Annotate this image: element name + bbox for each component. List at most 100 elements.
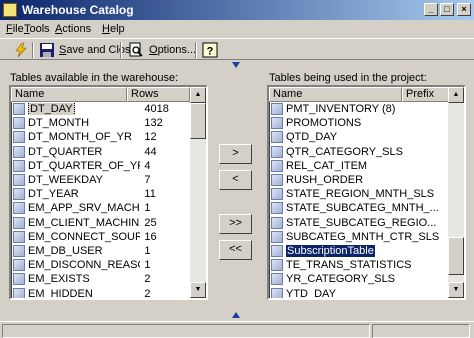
- minimize-button[interactable]: _: [424, 3, 438, 16]
- status-bar: [0, 321, 474, 338]
- available-tables-scrollbar[interactable]: ▲ ▼: [190, 87, 206, 298]
- table-icon: [13, 287, 25, 298]
- table-row-count: 7: [144, 174, 151, 187]
- table-name: DT_QUARTER_OF_YR: [28, 159, 141, 172]
- available-tables-list[interactable]: Name Rows DT_DAY 4018 DT_MONTH 132 DT_MONTH_…: [9, 85, 208, 300]
- find-table-button[interactable]: [125, 40, 147, 60]
- table-name: STATE_SUBCATEG_MNTH_...: [286, 202, 439, 215]
- project-table-row[interactable]: SUBCATEG_MNTH_CTR_SLS: [269, 230, 448, 244]
- scroll-up-button[interactable]: ▲: [448, 87, 464, 103]
- column-name-header[interactable]: Name: [11, 87, 127, 102]
- toolbar: Save and Close Options... ?: [0, 38, 474, 60]
- table-name: EM_CONNECT_SOURCE: [28, 230, 140, 243]
- available-table-row[interactable]: DT_WEEKDAY 7: [11, 173, 190, 187]
- column-rows-header[interactable]: Rows: [127, 87, 190, 102]
- menu-tools[interactable]: Tools: [24, 23, 50, 35]
- add-table-button[interactable]: >: [219, 144, 252, 164]
- scroll-up-button[interactable]: ▲: [190, 87, 206, 103]
- table-icon: [271, 202, 283, 215]
- window-title: Warehouse Catalog: [22, 3, 134, 17]
- available-table-row[interactable]: DT_QUARTER_OF_YR 4: [11, 159, 190, 173]
- table-icon: [271, 259, 283, 272]
- project-table-row[interactable]: PROMOTIONS: [269, 116, 448, 130]
- table-icon: [13, 244, 25, 257]
- project-tables-list[interactable]: Name Prefix PMT_INVENTORY (8) PROMOTIONS Q…: [267, 85, 466, 300]
- remove-table-button[interactable]: <: [219, 170, 252, 190]
- available-table-row[interactable]: EM_DISCONN_REASON 1: [11, 258, 190, 272]
- table-icon: [13, 103, 25, 116]
- lightning-button[interactable]: [10, 40, 32, 60]
- add-all-tables-button[interactable]: >>: [219, 214, 252, 234]
- table-name: EM_EXISTS: [28, 273, 90, 286]
- available-table-row[interactable]: EM_CLIENT_MACHINE 25: [11, 216, 190, 230]
- table-name: RUSH_ORDER: [286, 174, 364, 187]
- table-icon: [13, 131, 25, 144]
- available-table-row[interactable]: EM_APP_SRV_MACHINE 1: [11, 201, 190, 215]
- column-prefix-header[interactable]: Prefix: [402, 87, 452, 102]
- table-icon: [13, 188, 25, 201]
- help-question-icon: ?: [202, 42, 218, 58]
- table-name: QTR_CATEGORY_SLS: [286, 145, 403, 158]
- help-button[interactable]: ?: [199, 40, 221, 60]
- available-table-row[interactable]: EM_EXISTS 2: [11, 272, 190, 286]
- project-table-row[interactable]: STATE_SUBCATEG_MNTH_...: [269, 201, 448, 215]
- available-table-row[interactable]: EM_HIDDEN 2: [11, 286, 190, 300]
- options-button[interactable]: Options...: [146, 40, 199, 60]
- project-table-row[interactable]: PMT_INVENTORY (8): [269, 102, 448, 116]
- table-row-count: 16: [144, 230, 157, 243]
- table-row-count: 12: [144, 131, 157, 144]
- project-table-row[interactable]: QTR_CATEGORY_SLS: [269, 145, 448, 159]
- menu-actions[interactable]: Actions: [55, 23, 91, 35]
- svg-text:?: ?: [207, 46, 214, 58]
- table-name: PROMOTIONS: [286, 117, 362, 130]
- table-row-count: 1: [144, 244, 151, 257]
- table-icon: [13, 273, 25, 286]
- project-tables-rows: PMT_INVENTORY (8) PROMOTIONS QTD_DAY QTR_CA…: [269, 102, 448, 298]
- table-icon: [271, 117, 283, 130]
- available-table-row[interactable]: DT_DAY 4018: [11, 102, 190, 116]
- available-table-row[interactable]: EM_CONNECT_SOURCE 16: [11, 230, 190, 244]
- table-icon: [13, 174, 25, 187]
- available-table-row[interactable]: DT_YEAR 11: [11, 187, 190, 201]
- remove-all-tables-button[interactable]: <<: [219, 240, 252, 260]
- available-table-row[interactable]: DT_QUARTER 44: [11, 145, 190, 159]
- project-tables-scrollbar[interactable]: ▲ ▼: [448, 87, 464, 298]
- scroll-thumb[interactable]: [448, 237, 464, 275]
- project-table-row[interactable]: REL_CAT_ITEM: [269, 159, 448, 173]
- project-table-row[interactable]: STATE_REGION_MNTH_SLS: [269, 187, 448, 201]
- close-button[interactable]: ×: [457, 3, 471, 16]
- menu-bar: File Tools Actions Help: [0, 20, 474, 38]
- table-name: DT_QUARTER: [28, 145, 103, 158]
- scroll-down-button[interactable]: ▼: [190, 282, 206, 298]
- table-row-count: 11: [144, 188, 156, 201]
- project-table-row[interactable]: YTD_DAY: [269, 286, 448, 298]
- available-table-row[interactable]: DT_MONTH_OF_YR 12: [11, 130, 190, 144]
- available-table-row[interactable]: DT_MONTH 132: [11, 116, 190, 130]
- table-icon: [271, 174, 283, 187]
- table-icon: [271, 145, 283, 158]
- scroll-thumb[interactable]: [190, 103, 206, 139]
- table-name: DT_YEAR: [28, 188, 79, 201]
- maximize-button[interactable]: □: [440, 3, 454, 16]
- scroll-down-button[interactable]: ▼: [448, 282, 464, 298]
- menu-file[interactable]: File: [6, 23, 24, 35]
- project-table-row[interactable]: SubscriptionTable: [269, 244, 448, 258]
- column-name-header[interactable]: Name: [269, 87, 402, 102]
- table-name: EM_HIDDEN: [28, 287, 93, 300]
- table-icon: [13, 159, 25, 172]
- table-icon: [13, 117, 25, 130]
- table-name: STATE_SUBCATEG_REGIO...: [286, 216, 437, 229]
- table-icon: [271, 188, 283, 201]
- menu-help[interactable]: Help: [102, 23, 125, 35]
- project-table-row[interactable]: RUSH_ORDER: [269, 173, 448, 187]
- project-table-row[interactable]: YR_CATEGORY_SLS: [269, 272, 448, 286]
- table-name: DT_DAY: [28, 103, 75, 116]
- available-table-row[interactable]: EM_DB_USER 1: [11, 244, 190, 258]
- table-icon: [271, 159, 283, 172]
- project-table-row[interactable]: TE_TRANS_STATISTICS: [269, 258, 448, 272]
- catalog-app-icon: [3, 3, 17, 17]
- project-table-row[interactable]: QTD_DAY: [269, 130, 448, 144]
- table-row-count: 25: [144, 216, 157, 229]
- table-icon: [13, 216, 25, 229]
- project-table-row[interactable]: STATE_SUBCATEG_REGIO...: [269, 216, 448, 230]
